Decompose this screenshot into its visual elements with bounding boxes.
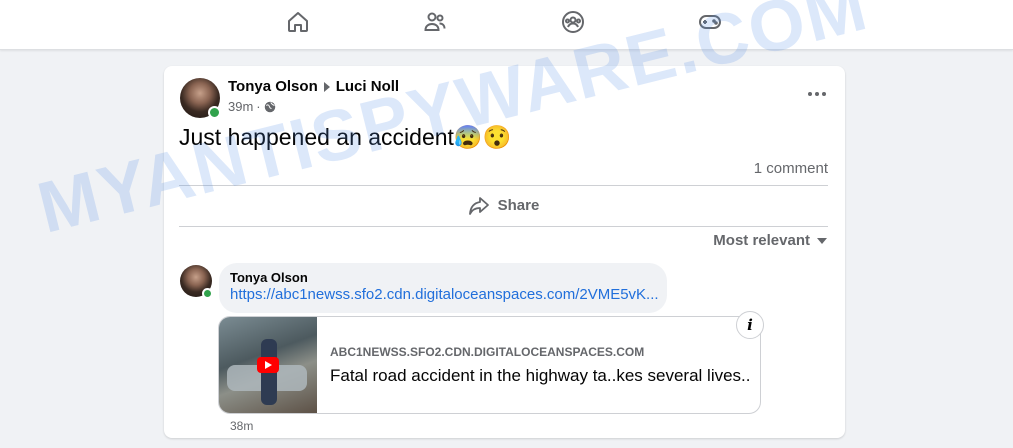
- comment-timestamp[interactable]: 38m: [230, 419, 253, 433]
- divider: [179, 185, 828, 186]
- comment-bubble: Tonya Olson https://abc1newss.sfo2.cdn.d…: [219, 263, 667, 313]
- share-button[interactable]: Share: [179, 187, 828, 224]
- comment-sort-dropdown[interactable]: Most relevant: [713, 232, 827, 249]
- chevron-down-icon: [817, 237, 827, 244]
- share-label: Share: [497, 197, 540, 214]
- meta-separator: ·: [256, 99, 261, 114]
- link-preview-card[interactable]: ABC1NEWSS.SFO2.CDN.DIGITALOCEANSPACES.CO…: [218, 316, 761, 414]
- groups-icon[interactable]: [559, 8, 587, 36]
- post-options-button[interactable]: [803, 84, 831, 104]
- shared-to-arrow-icon: [323, 81, 330, 92]
- globe-icon[interactable]: [264, 101, 276, 113]
- home-icon[interactable]: [284, 8, 312, 36]
- online-status-dot: [202, 288, 213, 299]
- info-icon[interactable]: i: [736, 311, 764, 339]
- post-timestamp[interactable]: 39m: [228, 99, 253, 114]
- post-recipient-name[interactable]: Luci Noll: [336, 78, 399, 95]
- post-text: Just happened an accident😰😯: [179, 124, 512, 150]
- share-icon: [468, 196, 489, 215]
- divider: [179, 226, 828, 227]
- link-preview-thumbnail: [219, 317, 317, 413]
- comment-author-name[interactable]: Tonya Olson: [230, 270, 308, 285]
- gaming-icon[interactable]: [696, 8, 724, 36]
- top-navigation-bar: [0, 0, 1013, 50]
- post-card: Tonya Olson Luci Noll 39m · Just happene…: [164, 66, 845, 438]
- post-author-name[interactable]: Tonya Olson: [228, 78, 318, 95]
- comment-count-link[interactable]: 1 comment: [754, 160, 828, 177]
- sort-label: Most relevant: [713, 232, 810, 249]
- more-dots-icon: [808, 92, 812, 96]
- online-status-dot: [208, 106, 221, 119]
- friends-icon[interactable]: [421, 8, 449, 36]
- post-header: Tonya Olson Luci Noll: [228, 78, 399, 95]
- comment-link[interactable]: https://abc1newss.sfo2.cdn.digitaloceans…: [230, 286, 659, 303]
- youtube-play-icon: [257, 357, 279, 373]
- post-meta: 39m ·: [228, 99, 276, 114]
- link-preview-domain: ABC1NEWSS.SFO2.CDN.DIGITALOCEANSPACES.CO…: [330, 345, 645, 359]
- link-preview-title: Fatal road accident in the highway ta..k…: [330, 366, 751, 385]
